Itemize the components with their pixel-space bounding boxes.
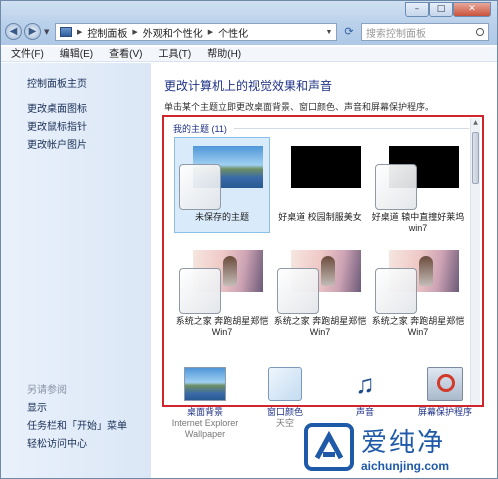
- sidebar-link-display[interactable]: 显示: [27, 399, 47, 414]
- glass-window-preview: [179, 164, 221, 210]
- main-panel: 更改计算机上的视觉效果和声音 单击某个主题立即更改桌面背景、窗口颜色、声音和屏幕…: [151, 63, 497, 478]
- see-also-heading: 另请参阅: [27, 385, 67, 396]
- sidebar-link-mouse-pointers[interactable]: 更改鼠标指针: [27, 118, 87, 133]
- desktop-background-label: 桌面背景: [186, 407, 223, 417]
- address-dropdown[interactable]: ▼: [322, 29, 336, 36]
- menu-help[interactable]: 帮助(H): [207, 47, 241, 61]
- group-label-my-themes: 我的主题 (11): [173, 124, 227, 134]
- desktop-background-value: Internet Explorer Wallpaper: [171, 418, 239, 439]
- desktop-background-icon: [184, 367, 226, 401]
- theme-thumbnail: [291, 146, 361, 188]
- glass-window-preview: [375, 268, 417, 314]
- sidebar-link-account-picture[interactable]: 更改帐户图片: [27, 136, 87, 151]
- breadcrumb-control-panel[interactable]: 控制面板: [87, 25, 127, 40]
- breadcrumb-appearance[interactable]: 外观和个性化: [143, 25, 203, 40]
- page-title: 更改计算机上的视觉效果和声音: [164, 79, 333, 93]
- chevron-right-icon: ▶: [77, 29, 83, 36]
- sidebar: 控制面板主页 更改桌面图标 更改鼠标指针 更改帐户图片 另请参阅 显示 任务栏和…: [1, 63, 151, 478]
- screensaver-icon: [427, 367, 463, 401]
- scroll-thumb[interactable]: [472, 132, 479, 184]
- theme-label: 系统之家 奔跑胡星郑恺Win7: [175, 316, 269, 337]
- refresh-icon: ⟳: [344, 25, 354, 38]
- aichunjing-logo-icon: [304, 423, 354, 471]
- search-placeholder: 搜索控制面板: [366, 28, 426, 40]
- sidebar-link-desktop-icons[interactable]: 更改桌面图标: [27, 100, 87, 115]
- control-panel-icon: [60, 27, 72, 37]
- forward-arrow-icon: ▶: [28, 26, 37, 37]
- sidebar-link-taskbar[interactable]: 任务栏和「开始」菜单: [27, 417, 127, 432]
- sidebar-link-ease-of-access[interactable]: 轻松访问中心: [27, 435, 87, 450]
- menu-tools[interactable]: 工具(T): [158, 47, 191, 61]
- refresh-button[interactable]: ⟳: [339, 23, 359, 41]
- theme-label: 好桌道 辕中直撞好莱坞win7: [371, 212, 465, 233]
- personalization-window: – □ ✕ ◀ ▶ ▼ ▶ 控制面板 ▶ 外观和个性化 ▶ 个性化 ▼ ⟳ 搜索…: [0, 0, 498, 479]
- menu-file[interactable]: 文件(F): [11, 47, 44, 61]
- theme-list-scrollbar[interactable]: ▲: [470, 118, 480, 405]
- theme-tile[interactable]: 好桌道 辕中直撞好莱坞win7: [370, 137, 466, 233]
- theme-tile[interactable]: 未保存的主题: [174, 137, 270, 233]
- theme-tile[interactable]: 系统之家 奔跑胡星郑恺Win7: [272, 241, 368, 337]
- back-arrow-icon: ◀: [9, 26, 18, 37]
- glass-window-preview: [375, 164, 417, 210]
- theme-list: 我的主题 (11) 未保存的主题 好桌道 校园制服美女 好桌道 辕中直撞好莱坞w…: [162, 115, 484, 407]
- back-button[interactable]: ◀: [5, 23, 22, 40]
- window-color-icon: [268, 367, 302, 401]
- title-bar: – □ ✕ ◀ ▶ ▼ ▶ 控制面板 ▶ 外观和个性化 ▶ 个性化 ▼ ⟳ 搜索…: [1, 1, 497, 45]
- sound-notes-icon: ♫: [355, 369, 375, 399]
- theme-tile[interactable]: 好桌道 校园制服美女: [272, 137, 368, 233]
- glass-window-preview: [179, 268, 221, 314]
- menu-bar: 文件(F) 编辑(E) 查看(V) 工具(T) 帮助(H): [1, 47, 497, 62]
- recent-pages-dropdown[interactable]: ▼: [44, 28, 49, 36]
- watermark: 爱纯净 aichunjing.com: [303, 418, 493, 476]
- watermark-title: 爱纯净: [361, 427, 446, 458]
- theme-tile[interactable]: 系统之家 奔跑胡星郑恺Win7: [174, 241, 270, 337]
- window-color-label: 窗口颜色: [266, 407, 303, 417]
- maximize-button[interactable]: □: [429, 2, 453, 17]
- close-button[interactable]: ✕: [453, 2, 491, 17]
- theme-label: 系统之家 奔跑胡星郑恺Win7: [273, 316, 367, 337]
- desktop-background-button[interactable]: 桌面背景 Internet Explorer Wallpaper: [169, 367, 241, 440]
- minimize-button[interactable]: –: [405, 2, 429, 17]
- no-entry-icon: [437, 374, 455, 392]
- address-bar[interactable]: ▶ 控制面板 ▶ 外观和个性化 ▶ 个性化 ▼: [55, 23, 337, 41]
- watermark-url: aichunjing.com: [361, 458, 450, 473]
- sounds-button[interactable]: ♫ 声音: [329, 367, 401, 418]
- forward-button[interactable]: ▶: [24, 23, 41, 40]
- theme-tile[interactable]: 系统之家 奔跑胡星郑恺Win7: [370, 241, 466, 337]
- breadcrumb-personalization[interactable]: 个性化: [218, 25, 248, 40]
- search-icon: [476, 28, 484, 36]
- search-box[interactable]: 搜索控制面板: [361, 23, 489, 41]
- sidebar-link-control-panel-home[interactable]: 控制面板主页: [27, 75, 87, 90]
- screensaver-button[interactable]: 屏幕保护程序: [409, 367, 481, 418]
- glass-window-preview: [277, 268, 319, 314]
- screensaver-label: 屏幕保护程序: [417, 407, 472, 417]
- sounds-label: 声音: [355, 407, 374, 417]
- window-controls: – □ ✕: [405, 2, 491, 17]
- menu-edit[interactable]: 编辑(E): [60, 47, 93, 61]
- theme-label: 系统之家 奔跑胡星郑恺Win7: [371, 316, 465, 337]
- menu-view[interactable]: 查看(V): [109, 47, 142, 61]
- chevron-right-icon: ▶: [132, 29, 138, 36]
- scroll-up-icon[interactable]: ▲: [471, 118, 480, 128]
- group-divider: [234, 128, 469, 129]
- page-description: 单击某个主题立即更改桌面背景、窗口颜色、声音和屏幕保护程序。: [164, 102, 435, 112]
- theme-label: 未保存的主题: [194, 212, 249, 222]
- theme-label: 好桌道 校园制服美女: [278, 212, 362, 222]
- chevron-right-icon: ▶: [207, 29, 214, 36]
